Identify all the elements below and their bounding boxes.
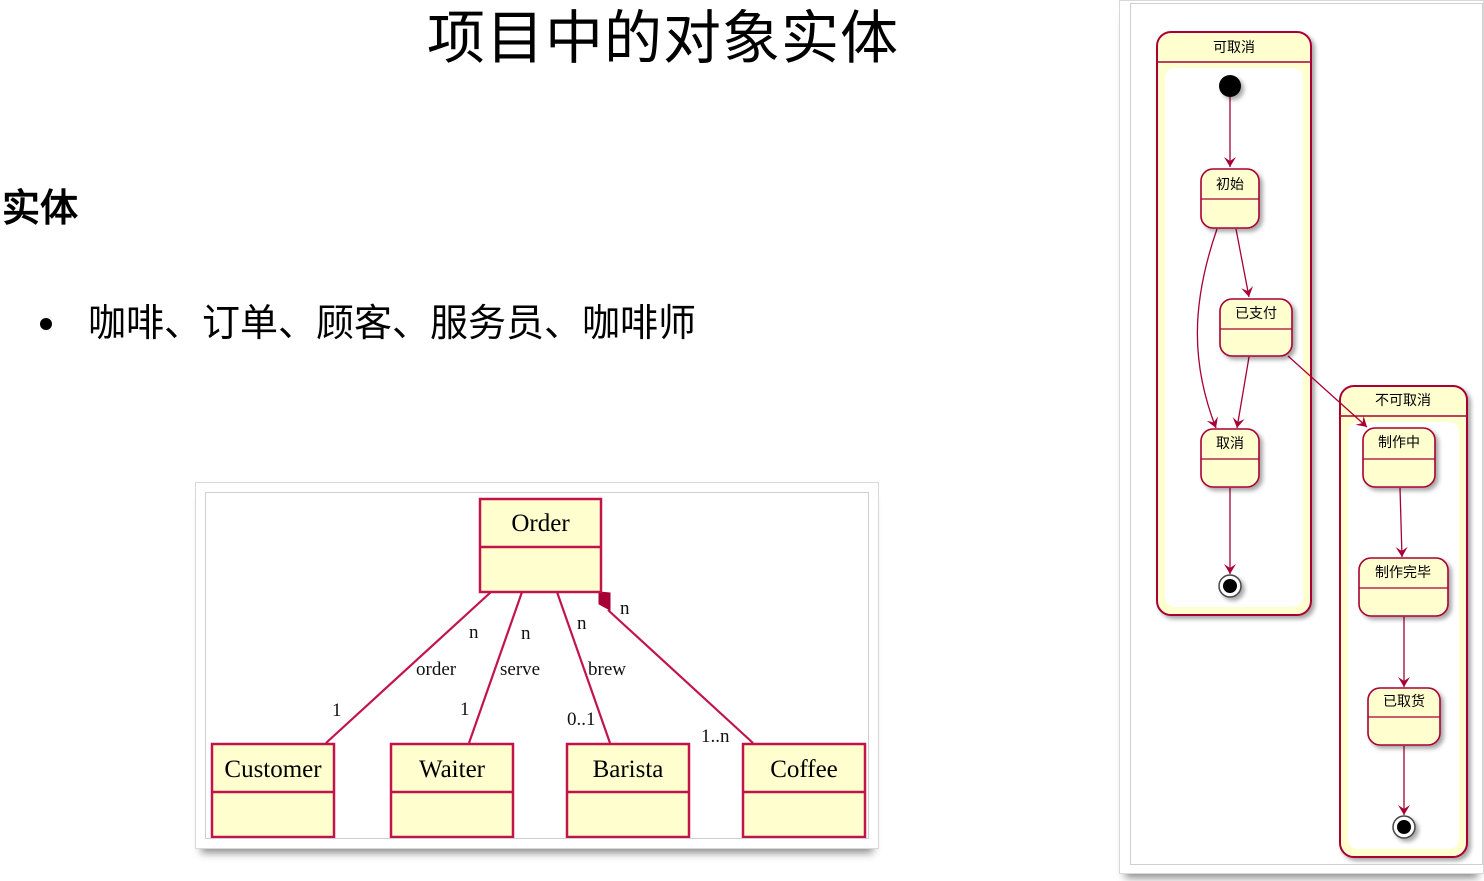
class-customer[interactable]: Customer [210, 742, 336, 839]
state-picked-up[interactable]: 已取货 [1367, 687, 1441, 746]
assoc-line-composition [607, 609, 754, 744]
class-coffee[interactable]: Coffee [741, 742, 867, 839]
state-diagram-canvas: 可取消 不可取消 初始 已支付 取消 制作中 制作完毕 已取货 [1130, 3, 1483, 865]
state-name: 初始 [1216, 176, 1244, 193]
multiplicity-label: 1 [460, 699, 470, 720]
multiplicity-label: 1 [332, 700, 342, 721]
state-made[interactable]: 制作完毕 [1358, 557, 1449, 617]
state-name: 制作中 [1378, 435, 1420, 451]
assoc-line-order [325, 591, 492, 744]
state-name: 已支付 [1235, 306, 1277, 322]
composition-diamond-icon [598, 591, 611, 611]
class-name: Barista [593, 756, 664, 783]
multiplicity-label: n [620, 598, 630, 619]
state-initial[interactable]: 初始 [1200, 168, 1260, 229]
class-barista[interactable]: Barista [565, 742, 691, 839]
class-diagram-canvas: Order Customer Waiter Barista Coffee n o… [205, 492, 869, 839]
composite-title: 不可取消 [1375, 393, 1431, 409]
state-name: 取消 [1216, 436, 1244, 452]
class-name: Coffee [770, 756, 838, 783]
section-heading: 实体 [2, 186, 79, 230]
class-order[interactable]: Order [478, 497, 603, 594]
multiplicity-label: n [521, 623, 531, 644]
state-diagram: 可取消 不可取消 初始 已支付 取消 制作中 制作完毕 已取货 [1156, 31, 1468, 858]
association-label: brew [588, 659, 626, 680]
class-diagram-image: Order Customer Waiter Barista Coffee n o… [195, 482, 879, 849]
list-item-text: 咖啡、订单、顾客、服务员、咖啡师 [88, 301, 697, 345]
class-name: Order [511, 510, 570, 537]
final-node-icon [1218, 574, 1242, 598]
association-label: order [416, 659, 457, 680]
final-node-icon [1392, 815, 1416, 839]
state-diagram-image: 可取消 不可取消 初始 已支付 取消 制作中 制作完毕 已取货 [1119, 0, 1484, 874]
multiplicity-label: 1..n [701, 726, 730, 747]
class-name: Waiter [419, 756, 486, 783]
multiplicity-label: n [577, 613, 587, 634]
class-name: Customer [224, 756, 322, 783]
state-paid[interactable]: 已支付 [1219, 298, 1293, 357]
list-item: 咖啡、订单、顾客、服务员、咖啡师 [40, 296, 696, 350]
state-cancelled[interactable]: 取消 [1200, 428, 1260, 488]
composite-title: 可取消 [1213, 40, 1255, 56]
class-diagram: Order Customer Waiter Barista Coffee n o… [210, 497, 867, 839]
entity-list: 咖啡、订单、顾客、服务员、咖啡师 [40, 296, 696, 350]
class-waiter[interactable]: Waiter [389, 742, 515, 839]
initial-node-icon [1219, 75, 1241, 97]
state-name: 制作完毕 [1375, 565, 1431, 581]
state-making[interactable]: 制作中 [1362, 427, 1436, 488]
multiplicity-label: 0..1 [567, 709, 596, 730]
multiplicity-label: n [469, 622, 479, 643]
bullet-icon [40, 318, 52, 330]
association-label: serve [500, 659, 540, 680]
state-name: 已取货 [1383, 693, 1425, 710]
